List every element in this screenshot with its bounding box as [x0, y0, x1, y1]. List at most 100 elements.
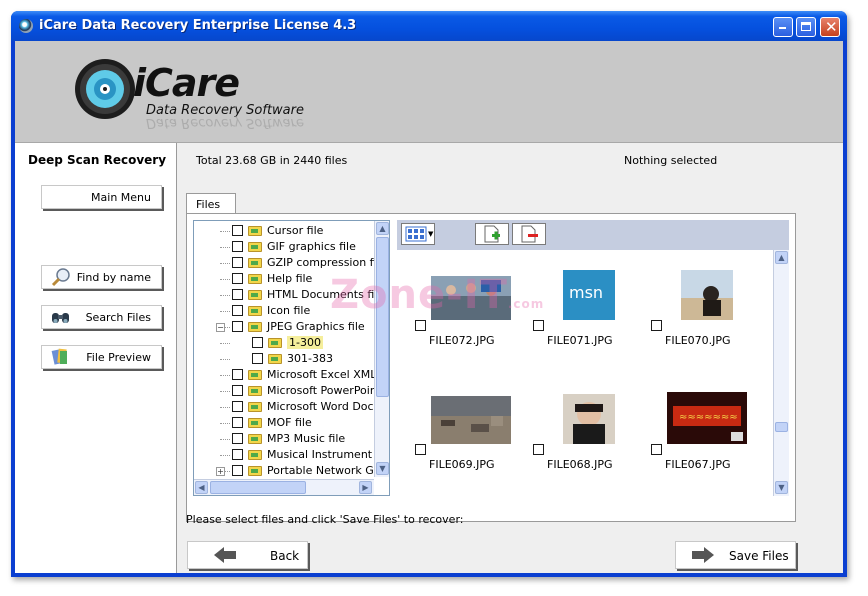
tree-item[interactable]: MOF file	[194, 415, 374, 431]
folder-icon	[248, 322, 262, 332]
svg-text:msn: msn	[569, 283, 603, 302]
tree-guide-line	[220, 375, 230, 376]
folder-icon	[248, 386, 262, 396]
find-by-name-button[interactable]: Find by name	[41, 265, 162, 289]
file-checkbox[interactable]	[415, 444, 426, 455]
tree-item[interactable]: MP3 Music file	[194, 431, 374, 447]
tree-item[interactable]: Musical Instrument Dig	[194, 447, 389, 463]
tree-checkbox[interactable]	[232, 369, 243, 380]
scroll-right-arrow[interactable]: ▶	[359, 481, 372, 494]
main-menu-button[interactable]: Main Menu	[41, 185, 162, 209]
expand-toggle[interactable]: +	[216, 467, 225, 476]
folder-icon	[248, 226, 262, 236]
tree-item-label: Cursor file	[267, 224, 324, 237]
grid-scrollbar[interactable]: ▲ ▼	[773, 250, 789, 496]
tree-checkbox[interactable]	[232, 417, 243, 428]
tree-item[interactable]: Microsoft Excel XML D	[194, 367, 388, 383]
tree-item-label: GZIP compression file	[267, 256, 387, 269]
scroll-down-arrow[interactable]: ▼	[775, 481, 788, 494]
folder-icon	[248, 434, 262, 444]
file-name: FILE071.JPG	[547, 334, 613, 347]
folder-icon	[248, 306, 262, 316]
tree-guide-line	[220, 343, 230, 344]
view-mode-dropdown[interactable]: ▼	[401, 223, 435, 245]
file-name: FILE072.JPG	[429, 334, 495, 347]
instruction-text: Please select files and click 'Save File…	[186, 513, 464, 526]
minimize-button[interactable]	[773, 17, 793, 37]
total-size-text: Total 23.68 GB in 2440 files	[196, 154, 348, 167]
tree-item[interactable]: + Portable Network Grap	[194, 463, 389, 479]
folder-icon	[248, 418, 262, 428]
tree-item-label: Musical Instrument Dig	[267, 448, 390, 461]
tree-checkbox[interactable]	[232, 433, 243, 444]
folder-icon	[248, 242, 262, 252]
tree-item[interactable]: Microsoft Word Docum	[194, 399, 389, 415]
file-checkbox[interactable]	[533, 444, 544, 455]
tree-subitem[interactable]: 301-383	[194, 351, 374, 367]
tree-checkbox[interactable]	[232, 321, 243, 332]
file-thumbnail[interactable]	[563, 394, 615, 444]
tree-item[interactable]: − JPEG Graphics file	[194, 319, 374, 335]
close-button[interactable]: ✕	[820, 17, 840, 37]
window-title: iCare Data Recovery Enterprise License 4…	[39, 18, 357, 33]
title-bar[interactable]: iCare Data Recovery Enterprise License 4…	[11, 11, 847, 41]
tree-item[interactable]: GZIP compression file	[194, 255, 386, 271]
tree-item[interactable]: GIF graphics file	[194, 239, 374, 255]
tree-checkbox[interactable]	[232, 289, 243, 300]
file-checkbox[interactable]	[651, 444, 662, 455]
tree-checkbox[interactable]	[252, 353, 263, 364]
tree-item-label: Microsoft Word Docum	[267, 400, 390, 413]
maximize-button[interactable]	[796, 17, 816, 37]
scroll-down-arrow[interactable]: ▼	[376, 462, 389, 475]
search-files-button[interactable]: Search Files	[41, 305, 162, 329]
file-type-tree: Cursor file GIF graphics file GZIP compres…	[193, 220, 390, 496]
scroll-thumb[interactable]	[775, 422, 788, 432]
file-preview-label: File Preview	[86, 351, 151, 364]
collapse-toggle[interactable]: −	[216, 323, 225, 332]
scroll-left-arrow[interactable]: ◀	[195, 481, 208, 494]
file-thumbnail[interactable]: ≈≈≈≈≈≈≈	[667, 392, 747, 444]
folder-icon	[248, 274, 262, 284]
file-thumbnail[interactable]: msn	[563, 270, 615, 320]
deselect-all-button[interactable]	[512, 223, 546, 245]
tree-vertical-scrollbar[interactable]: ▲ ▼	[374, 221, 389, 477]
rubble-photo-icon	[431, 396, 511, 444]
folder-icon	[268, 354, 282, 364]
tree-checkbox[interactable]	[232, 273, 243, 284]
tree-item[interactable]: Microsoft PowerPoint	[194, 383, 381, 399]
tree-checkbox[interactable]	[232, 385, 243, 396]
tree-item-label: Microsoft Excel XML D	[267, 368, 389, 381]
main-panel: Total 23.68 GB in 2440 files Nothing sel…	[177, 143, 843, 573]
file-name: FILE068.JPG	[547, 458, 613, 471]
file-thumbnail[interactable]	[431, 396, 511, 444]
file-checkbox[interactable]	[415, 320, 426, 331]
tree-checkbox[interactable]	[252, 337, 263, 348]
folder-icon	[248, 450, 262, 460]
tree-checkbox[interactable]	[232, 465, 243, 476]
tree-checkbox[interactable]	[232, 225, 243, 236]
save-files-button[interactable]: Save Files	[675, 541, 796, 569]
add-file-icon	[484, 225, 500, 243]
tree-checkbox[interactable]	[232, 241, 243, 252]
select-all-button[interactable]	[475, 223, 509, 245]
tree-guide-line	[220, 295, 230, 296]
tree-item[interactable]: Cursor file	[194, 223, 374, 239]
file-preview-button[interactable]: File Preview	[41, 345, 162, 369]
file-thumbnail[interactable]	[681, 270, 733, 320]
tree-checkbox[interactable]	[232, 257, 243, 268]
tree-checkbox[interactable]	[232, 449, 243, 460]
file-checkbox[interactable]	[651, 320, 662, 331]
main-menu-label: Main Menu	[91, 191, 151, 204]
tree-subitem[interactable]: 1-300	[194, 335, 374, 351]
tree-horizontal-scrollbar[interactable]: ◀ ▶	[194, 479, 374, 495]
tree-checkbox[interactable]	[232, 401, 243, 412]
tree-checkbox[interactable]	[232, 305, 243, 316]
tree-item-label: 301-383	[287, 352, 333, 365]
tab-files[interactable]: Files	[186, 193, 236, 214]
file-checkbox[interactable]	[533, 320, 544, 331]
scroll-thumb[interactable]	[210, 481, 306, 494]
back-button[interactable]: Back	[187, 541, 308, 569]
scroll-up-arrow[interactable]: ▲	[376, 222, 389, 235]
tree-item-label: Help file	[267, 272, 313, 285]
scroll-up-arrow[interactable]: ▲	[775, 251, 788, 264]
